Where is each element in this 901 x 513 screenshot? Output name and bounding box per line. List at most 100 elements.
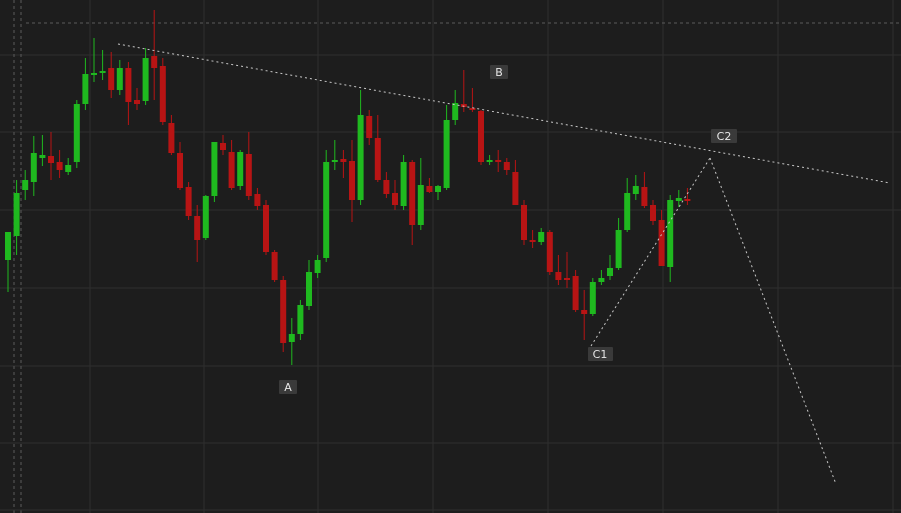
candle-13[interactable]	[116, 60, 123, 95]
candle-5[interactable]	[48, 132, 54, 180]
candle-body	[417, 185, 424, 225]
candle-body	[30, 153, 37, 182]
candle-9[interactable]	[82, 58, 89, 110]
candle-76[interactable]	[658, 210, 665, 266]
candle-70[interactable]	[607, 255, 613, 280]
candle-8[interactable]	[73, 100, 80, 168]
candle-78[interactable]	[675, 190, 682, 207]
candle-body	[383, 180, 390, 194]
candle-body	[254, 194, 261, 206]
candle-37[interactable]	[323, 150, 330, 262]
candle-body	[314, 260, 321, 273]
candle-body	[99, 71, 106, 73]
candle-body	[159, 66, 166, 122]
candle-14[interactable]	[125, 62, 132, 125]
candle-33[interactable]	[288, 318, 295, 365]
candle-47[interactable]	[409, 160, 416, 245]
candle-62[interactable]	[538, 228, 545, 245]
candle-72[interactable]	[624, 178, 631, 232]
trendline-c1-c2[interactable]	[590, 157, 711, 347]
candle-64[interactable]	[555, 255, 562, 285]
candle-73[interactable]	[632, 175, 639, 200]
candle-body	[22, 180, 29, 190]
candle-45[interactable]	[392, 180, 398, 210]
candle-59[interactable]	[512, 160, 519, 205]
candle-69[interactable]	[598, 270, 605, 285]
candle-16[interactable]	[142, 48, 149, 105]
candle-4[interactable]	[39, 135, 46, 166]
candle-57[interactable]	[495, 150, 502, 172]
candle-54[interactable]	[469, 88, 476, 112]
candle-23[interactable]	[202, 195, 209, 240]
label-c1[interactable]: C1	[588, 347, 613, 361]
candle-67[interactable]	[581, 290, 588, 340]
candle-65[interactable]	[564, 252, 570, 288]
candle-body	[48, 156, 54, 163]
candle-31[interactable]	[271, 250, 278, 282]
candle-43[interactable]	[374, 115, 381, 182]
label-c2[interactable]: C2	[711, 129, 737, 143]
candle-53[interactable]	[460, 70, 467, 112]
candle-71[interactable]	[615, 218, 622, 270]
candle-61[interactable]	[529, 230, 536, 248]
candle-41[interactable]	[357, 90, 364, 205]
candle-58[interactable]	[503, 158, 510, 175]
candle-body	[486, 160, 493, 162]
trendline-projection[interactable]	[709, 157, 837, 485]
candle-50[interactable]	[435, 185, 441, 200]
candle-12[interactable]	[108, 52, 115, 98]
candle-30[interactable]	[263, 200, 269, 255]
candle-42[interactable]	[366, 110, 373, 145]
candle-77[interactable]	[667, 195, 674, 282]
candle-26[interactable]	[228, 140, 235, 190]
candle-body	[323, 162, 330, 258]
candle-48[interactable]	[417, 158, 424, 230]
candle-7[interactable]	[65, 158, 72, 175]
candle-55[interactable]	[478, 110, 484, 165]
candle-body	[374, 138, 381, 180]
candle-body	[589, 282, 596, 314]
candle-body	[512, 172, 519, 205]
candle-27[interactable]	[237, 150, 244, 190]
candle-49[interactable]	[426, 178, 433, 193]
candle-15[interactable]	[134, 88, 140, 110]
candle-6[interactable]	[56, 150, 63, 178]
candle-34[interactable]	[297, 300, 304, 340]
candle-22[interactable]	[194, 205, 201, 262]
candle-68[interactable]	[589, 278, 596, 316]
candle-0[interactable]	[5, 232, 11, 292]
candle-39[interactable]	[340, 150, 347, 178]
candle-29[interactable]	[254, 188, 261, 210]
candle-36[interactable]	[314, 255, 321, 278]
candle-3[interactable]	[30, 136, 37, 196]
candle-32[interactable]	[280, 276, 287, 352]
candle-body	[632, 186, 639, 194]
svg-text:A: A	[284, 381, 292, 394]
candle-10[interactable]	[91, 38, 97, 82]
candle-52[interactable]	[452, 90, 459, 125]
candle-44[interactable]	[383, 172, 390, 198]
candle-18[interactable]	[159, 58, 166, 125]
candle-60[interactable]	[521, 200, 527, 245]
candle-46[interactable]	[400, 155, 407, 210]
candle-35[interactable]	[306, 260, 312, 310]
candle-body	[142, 58, 149, 101]
candle-38[interactable]	[331, 140, 338, 170]
candle-19[interactable]	[168, 115, 175, 155]
candle-75[interactable]	[650, 200, 656, 225]
candle-51[interactable]	[443, 105, 450, 190]
candle-2[interactable]	[22, 170, 29, 200]
candle-1[interactable]	[13, 180, 20, 255]
candle-74[interactable]	[641, 172, 648, 208]
candle-28[interactable]	[245, 132, 252, 200]
candle-20[interactable]	[177, 142, 183, 190]
label-a[interactable]: A	[279, 380, 297, 394]
candle-24[interactable]	[211, 142, 218, 202]
candle-21[interactable]	[185, 182, 192, 220]
candle-body	[366, 116, 373, 138]
candle-56[interactable]	[486, 155, 493, 165]
label-b[interactable]: B	[490, 65, 508, 79]
candle-25[interactable]	[220, 135, 226, 155]
candle-66[interactable]	[572, 270, 579, 312]
candle-63[interactable]	[546, 230, 553, 275]
